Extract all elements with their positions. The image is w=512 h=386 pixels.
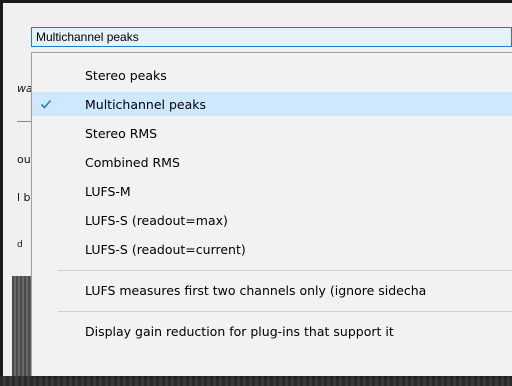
- menu-item-lufs-m[interactable]: LUFS-M: [32, 179, 512, 203]
- combobox-selected-value: Multichannel peaks: [36, 30, 139, 44]
- menu-item-lufs-first-two-channels[interactable]: LUFS measures first two channels only (i…: [32, 278, 512, 302]
- menu-item-label: LUFS measures first two channels only (i…: [85, 282, 427, 298]
- menu-separator: [58, 311, 512, 312]
- background-label-fragment: ou: [17, 153, 31, 166]
- background-label-fragment: d: [17, 240, 23, 250]
- checkmark-icon: [40, 99, 51, 109]
- menu-item-label: Display gain reduction for plug-ins that…: [85, 323, 394, 339]
- menu-item-stereo-rms[interactable]: Stereo RMS: [32, 121, 512, 145]
- menu-item-label: Stereo RMS: [85, 125, 158, 141]
- menu-item-lufs-s-max[interactable]: LUFS-S (readout=max): [32, 208, 512, 232]
- menu-item-combined-rms[interactable]: Combined RMS: [32, 150, 512, 174]
- menu-item-lufs-s-current[interactable]: LUFS-S (readout=current): [32, 237, 512, 261]
- menu-item-label: LUFS-S (readout=current): [85, 241, 246, 257]
- window-frame-bottom: [0, 376, 512, 386]
- menu-item-stereo-peaks[interactable]: Stereo peaks: [32, 63, 512, 87]
- menu-item-multichannel-peaks[interactable]: Multichannel peaks: [32, 92, 512, 116]
- meter-mode-combobox[interactable]: Multichannel peaks: [31, 27, 512, 47]
- menu-item-label: Multichannel peaks: [85, 96, 207, 112]
- background-meter: [12, 276, 32, 376]
- menu-item-label: LUFS-S (readout=max): [85, 212, 228, 228]
- menu-item-label: Combined RMS: [85, 154, 180, 170]
- check-gutter: [32, 92, 59, 116]
- background-label-fragment: l b: [17, 191, 31, 204]
- menu-separator: [58, 270, 512, 271]
- menu-item-label: Stereo peaks: [85, 67, 167, 83]
- menu-item-label: LUFS-M: [85, 183, 131, 199]
- meter-mode-dropdown-menu: Stereo peaks Multichannel peaks Stereo R…: [31, 52, 512, 376]
- menu-item-display-gain-reduction[interactable]: Display gain reduction for plug-ins that…: [32, 319, 512, 343]
